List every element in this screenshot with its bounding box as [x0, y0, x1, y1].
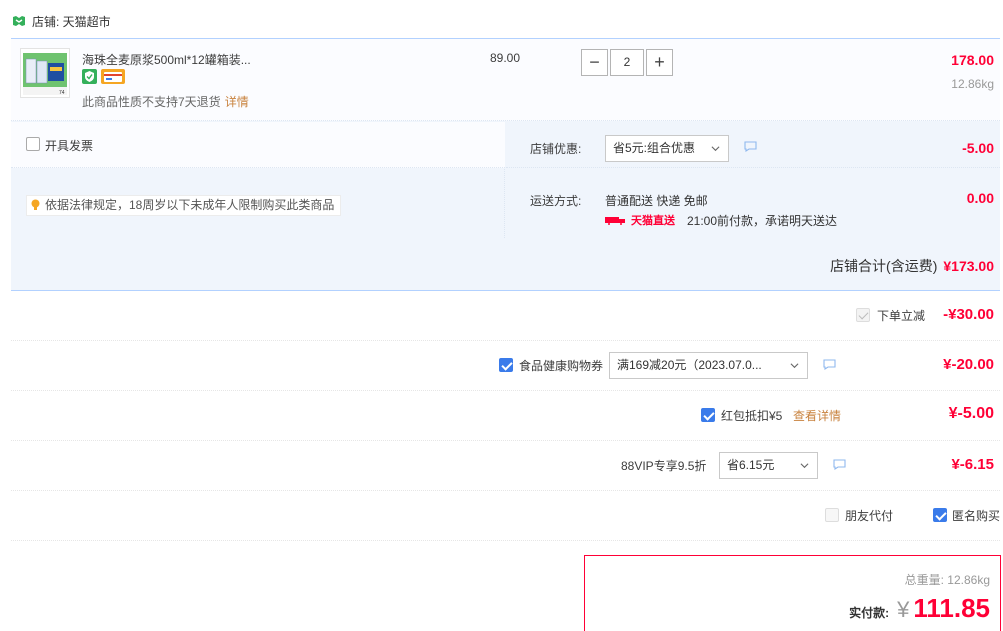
coupon-select[interactable]: 满169减20元（2023.07.0...: [609, 352, 808, 379]
vip-discount-select[interactable]: 省6.15元: [719, 452, 818, 479]
vip-discount-label: 88VIP专享9.5折: [621, 459, 707, 473]
chevron-down-icon: [800, 463, 809, 469]
payable-label: 实付款:: [849, 606, 890, 620]
store-name[interactable]: 店铺: 天猫超市: [32, 13, 111, 30]
item-line-total: 178.00: [951, 52, 994, 68]
store-total-label: 店铺合计(含运费): [830, 258, 938, 274]
payable-amount: 111.85: [913, 593, 990, 623]
payment-summary: 总重量: 12.86kg 实付款: ¥ 111.85: [584, 555, 1001, 631]
chat-bubble-icon[interactable]: [833, 459, 846, 470]
quantity-input[interactable]: 2: [610, 49, 644, 76]
coupon-row: 食品健康购物券 满169减20元（2023.07.0... ¥-20.00: [11, 341, 1000, 391]
store-promo-amount: -5.00: [962, 140, 994, 156]
invoice-row: 开具发票: [11, 122, 505, 168]
service-badges: [82, 69, 125, 84]
currency-symbol: ¥: [897, 597, 910, 622]
thumb-badge: 74: [59, 90, 65, 96]
store-promo-label: 店铺优惠:: [530, 142, 582, 156]
coupon-label: 食品健康购物券: [519, 359, 604, 373]
store-promo-select[interactable]: 省5元:组合优惠: [605, 135, 729, 162]
shipping-amount: 0.00: [966, 190, 994, 206]
vip-discount-selected: 省6.15元: [727, 458, 775, 472]
tmall-express-badge: 天猫直送: [605, 212, 675, 228]
store-total: 店铺合计(含运费) ¥173.00: [830, 256, 994, 276]
return-detail-link[interactable]: 详情: [225, 95, 249, 109]
store-icon: [13, 16, 25, 26]
total-weight-value: 12.86kg: [947, 573, 990, 587]
chevron-down-icon: [711, 146, 720, 152]
age-restriction-notice: 依据法律规定，18周岁以下未成年人限制购买此类商品: [26, 195, 342, 216]
friend-pay-checkbox[interactable]: [825, 508, 839, 522]
chat-bubble-icon[interactable]: [744, 141, 757, 152]
instant-discount-row: 下单立减 -¥30.00: [11, 291, 1000, 341]
age-restriction-text: 依据法律规定，18周岁以下未成年人限制购买此类商品: [45, 198, 335, 212]
coupon-selected: 满169减20元（2023.07.0...: [617, 358, 762, 372]
cart-item-row: 74 海珠全麦原浆500ml*12罐箱装... 此商品性质不支持7天退货 详情 8…: [11, 39, 1000, 121]
shipping-method: 普通配送 快递 免邮: [605, 194, 708, 208]
return-policy-text: 此商品性质不支持7天退货: [82, 95, 221, 109]
red-packet-amount: ¥-5.00: [948, 405, 994, 422]
tmall-express-label: 天猫直送: [631, 215, 675, 227]
chat-bubble-icon[interactable]: [823, 359, 836, 370]
order-extras-panel: 开具发票 依据法律规定，18周岁以下未成年人限制购买此类商品: [11, 122, 505, 238]
red-packet-detail-link[interactable]: 查看详情: [793, 407, 841, 424]
lightbulb-icon: [31, 199, 40, 210]
shipping-label: 运送方式:: [530, 194, 582, 208]
product-thumbnail[interactable]: 74: [20, 48, 70, 98]
card-payment-icon: [101, 69, 125, 84]
store-promo-selected: 省5元:组合优惠: [613, 141, 696, 155]
payment-options-row: 朋友代付 匿名购买: [11, 491, 1000, 541]
payable-amount-line: 实付款: ¥ 111.85: [849, 593, 990, 624]
red-packet-label: 红包抵扣¥5: [721, 409, 783, 423]
friend-pay-label[interactable]: 朋友代付: [845, 507, 893, 524]
red-packet-checkbox[interactable]: [701, 408, 715, 422]
store-header: 店铺: 天猫超市: [12, 12, 111, 30]
anonymous-checkbox[interactable]: [933, 508, 947, 522]
total-weight-label: 总重量:: [904, 573, 944, 587]
quantity-stepper: − 2 +: [581, 49, 673, 76]
vip-discount-row: 88VIP专享9.5折 省6.15元 ¥-6.15: [11, 441, 1000, 491]
green-shield-icon: [82, 69, 97, 84]
invoice-checkbox[interactable]: [26, 137, 40, 151]
invoice-label[interactable]: 开具发票: [45, 137, 93, 154]
item-weight: 12.86kg: [951, 77, 994, 91]
vip-discount-amount: ¥-6.15: [951, 456, 994, 473]
order-box: 74 海珠全麦原浆500ml*12罐箱装... 此商品性质不支持7天退货 详情 8…: [11, 38, 1000, 291]
store-promo-row: 店铺优惠: 省5元:组合优惠 -5.00: [506, 122, 1000, 168]
total-weight: 总重量: 12.86kg: [905, 571, 990, 588]
increase-quantity-button[interactable]: +: [646, 49, 673, 76]
instant-discount-label: 下单立减: [877, 309, 926, 323]
delivery-cart-icon: [605, 217, 625, 225]
product-title[interactable]: 海珠全麦原浆500ml*12罐箱装...: [82, 51, 272, 68]
store-promo-shipping-panel: 店铺优惠: 省5元:组合优惠 -5.00 运送方式: 普通配送 快递 免邮 天猫…: [506, 122, 1000, 238]
coupon-checkbox[interactable]: [499, 358, 513, 372]
coupon-amount: ¥-20.00: [943, 356, 994, 373]
instant-discount-checkbox: [856, 308, 870, 322]
red-packet-row: 红包抵扣¥5 查看详情 ¥-5.00: [11, 391, 1000, 441]
unit-price: 89.00: [490, 51, 521, 65]
return-policy-note: 此商品性质不支持7天退货 详情: [82, 93, 249, 110]
instant-discount-amount: -¥30.00: [943, 306, 994, 323]
store-total-value: ¥173.00: [943, 258, 994, 274]
shipping-promise: 21:00前付款，承诺明天送达: [687, 214, 838, 228]
chevron-down-icon: [790, 363, 799, 369]
decrease-quantity-button[interactable]: −: [581, 49, 608, 76]
anonymous-label[interactable]: 匿名购买: [952, 507, 1000, 524]
